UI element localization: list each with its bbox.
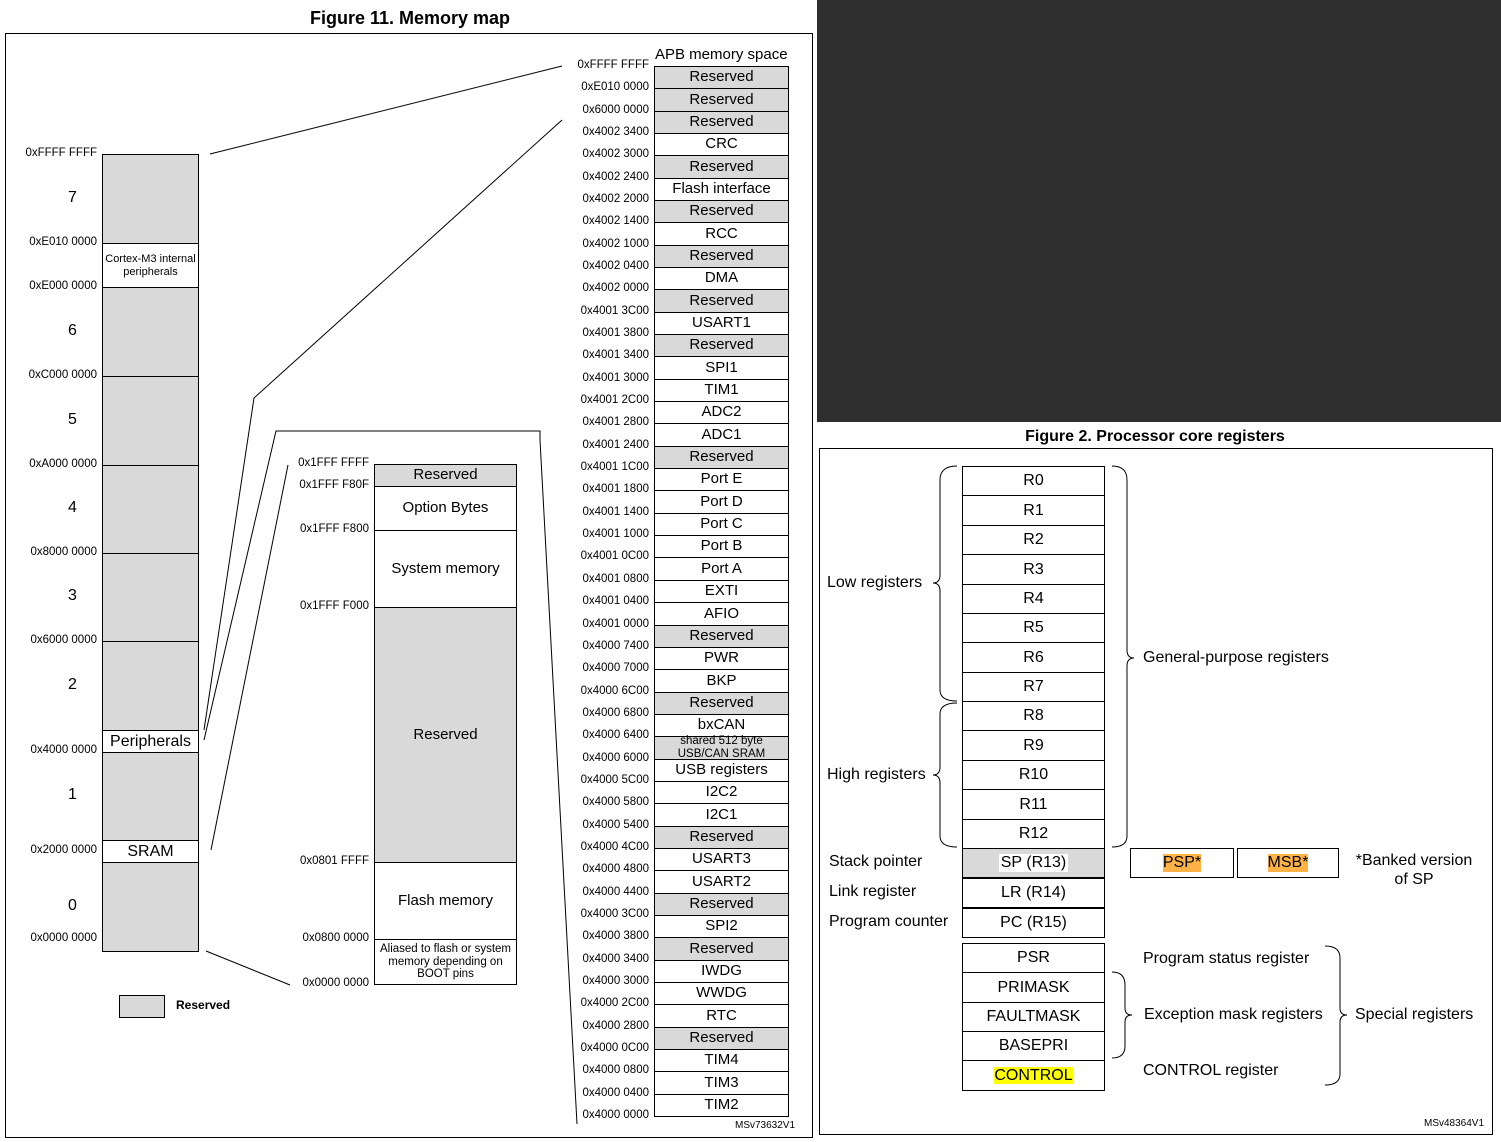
low-registers-label: Low registers <box>827 574 923 591</box>
msb-register: MSB* <box>1237 848 1339 878</box>
exception-mask-label: Exception mask registers <box>1144 1006 1323 1023</box>
brace-exception <box>1111 971 1133 1059</box>
brace-general <box>1111 465 1135 848</box>
high-registers-label: High registers <box>827 766 926 783</box>
brace-special <box>1324 945 1348 1086</box>
special-register: BASEPRI <box>962 1031 1105 1061</box>
sp-register-label: SP (R13) <box>998 854 1069 872</box>
pc-register: PC (R15) <box>962 908 1105 938</box>
special-register: PRIMASK <box>962 972 1105 1003</box>
psp-register-label: PSP* <box>1162 854 1202 872</box>
brace-high <box>932 702 958 848</box>
link-register-label: Link register <box>829 883 917 900</box>
brace-low <box>932 465 958 702</box>
lr-register: LR (R14) <box>962 878 1105 908</box>
sp-register: SP (R13) <box>962 848 1105 878</box>
special-register: FAULTMASK <box>962 1002 1105 1032</box>
banked-note: *Banked version of SP <box>1355 852 1473 889</box>
register-braces <box>932 465 1348 1086</box>
special-registers-label: Special registers <box>1355 1006 1474 1023</box>
core-registers-code: MSv48364V1 <box>1424 1118 1485 1129</box>
special-register: PSR <box>962 943 1105 973</box>
general-purpose-label: General-purpose registers <box>1143 649 1329 666</box>
control-register-label: CONTROL register <box>1143 1062 1279 1079</box>
special-register: CONTROL <box>962 1060 1105 1091</box>
program-counter-label: Program counter <box>829 913 949 930</box>
stack-pointer-label: Stack pointer <box>829 853 923 870</box>
program-status-label: Program status register <box>1143 950 1310 967</box>
special-register-label: FAULTMASK <box>986 1008 1081 1026</box>
psp-register: PSP* <box>1130 848 1234 878</box>
special-register-label: CONTROL <box>994 1066 1073 1085</box>
msb-register-label: MSB* <box>1267 854 1309 872</box>
special-register-label: BASEPRI <box>998 1037 1069 1055</box>
special-register-label: PRIMASK <box>997 978 1070 996</box>
special-register-label: PSR <box>1017 949 1050 967</box>
